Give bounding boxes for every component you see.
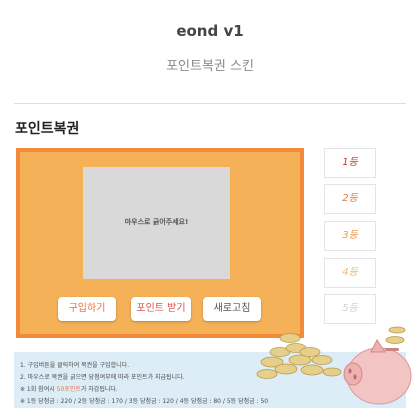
notice-line-2: 2. 마우스로 복권을 긁으면 당첨여부에 따라 포인트가 지급됩니다. [20, 374, 185, 381]
section-title: 포인트복권 [15, 121, 80, 137]
scratch-area[interactable]: 마우스로 긁어주세요! [83, 167, 230, 279]
skin-subtitle: 포인트복권 스킨 [166, 59, 254, 74]
rank-4: 4등 [324, 258, 376, 288]
refresh-button[interactable]: 새로고침 [203, 297, 261, 321]
notice-line-3: ※ 1회 참여시 50포인트가 차감됩니다. [20, 384, 118, 393]
notice-line-1: 1. 구입버튼을 클릭하여 복권을 구입합니다. [20, 362, 130, 369]
rank-3: 3등 [324, 221, 376, 251]
get-points-button[interactable]: 포인트 받기 [131, 297, 191, 321]
notice-line-3-pre: ※ 1회 참여시 [20, 386, 57, 393]
buy-button[interactable]: 구입하기 [58, 297, 116, 321]
rank-2: 2등 [324, 184, 376, 214]
rank-1: 1등 [324, 148, 376, 178]
piggy-bank-icon [343, 326, 412, 405]
notice-line-3-post: 가 차감됩니다. [80, 386, 118, 393]
app-title: eond v1 [176, 22, 244, 40]
notice-cost-highlight: 50포인트 [56, 386, 81, 393]
notice-line-4: ※ 1등 당첨금 : 220 / 2등 당첨금 : 170 / 3등 당첨금 :… [20, 398, 269, 405]
scratch-prompt: 마우스로 긁어주세요! [124, 218, 189, 226]
header-divider [14, 103, 406, 104]
